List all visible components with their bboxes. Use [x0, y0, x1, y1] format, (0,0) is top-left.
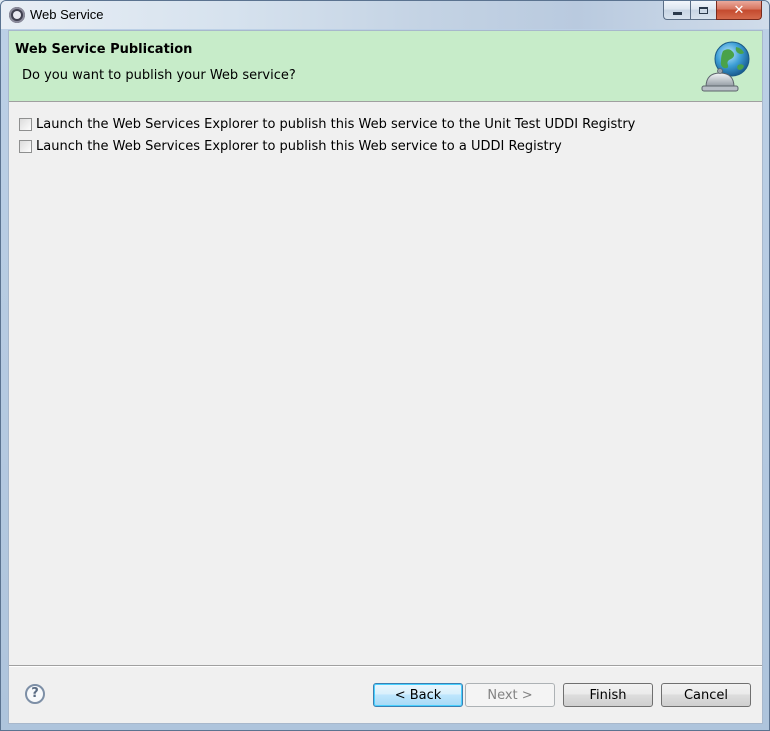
close-icon: ✕ — [733, 2, 745, 18]
globe-bell-icon — [701, 41, 750, 92]
maximize-icon — [699, 6, 708, 14]
maximize-button[interactable] — [690, 1, 716, 20]
question-icon[interactable]: ? — [25, 684, 45, 704]
web-service-dialog: Web Service ✕ Web Service Publication Do… — [0, 0, 770, 731]
window-title: Web Service — [30, 7, 104, 22]
cancel-button[interactable]: Cancel — [661, 683, 751, 707]
close-button[interactable]: ✕ — [716, 1, 762, 20]
finish-button[interactable]: Finish — [563, 683, 653, 707]
back-button[interactable]: < Back — [373, 683, 463, 707]
banner-title: Web Service Publication — [15, 42, 193, 57]
dialog-client-area: Web Service Publication Do you want to p… — [8, 30, 763, 724]
next-button[interactable]: Next > — [465, 683, 555, 707]
minimize-button[interactable] — [663, 1, 690, 20]
unit-test-uddi-label[interactable]: Launch the Web Services Explorer to publ… — [36, 117, 635, 132]
uddi-registry-label[interactable]: Launch the Web Services Explorer to publ… — [36, 139, 562, 154]
title-bar[interactable]: Web Service ✕ — [1, 1, 769, 29]
unit-test-uddi-checkbox[interactable] — [19, 117, 32, 131]
caption-buttons: ✕ — [663, 1, 762, 20]
option-unit-test-uddi[interactable]: Launch the Web Services Explorer to publ… — [19, 113, 635, 135]
option-uddi-registry[interactable]: Launch the Web Services Explorer to publ… — [19, 135, 635, 157]
banner-description: Do you want to publish your Web service? — [22, 68, 296, 83]
wizard-banner: Web Service Publication Do you want to p… — [9, 31, 762, 102]
footer-separator — [9, 665, 762, 667]
eclipse-app-icon[interactable] — [9, 7, 25, 23]
uddi-registry-checkbox[interactable] — [19, 139, 32, 153]
minimize-icon — [672, 11, 682, 15]
publish-options: Launch the Web Services Explorer to publ… — [19, 113, 635, 157]
